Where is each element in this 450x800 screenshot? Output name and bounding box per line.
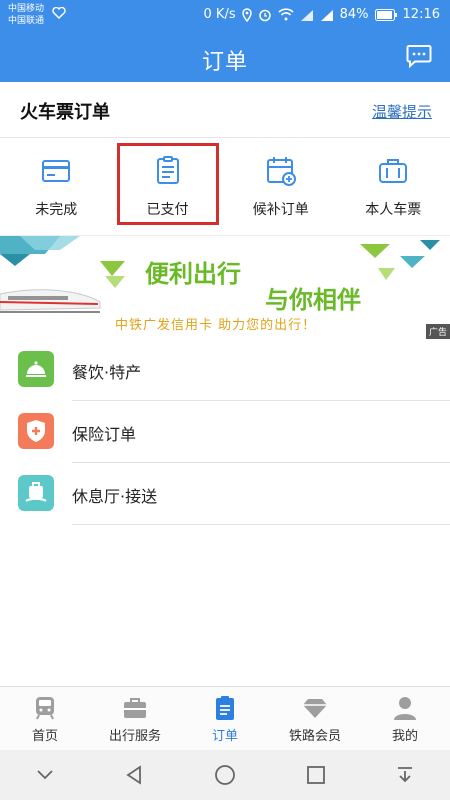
section-title: 火车票订单: [20, 102, 110, 123]
divider: [72, 524, 450, 525]
train-icon: [32, 695, 58, 721]
order-icon: [212, 695, 238, 721]
location-icon: [241, 7, 252, 22]
back-icon[interactable]: [124, 765, 144, 785]
signal-icon: [300, 9, 314, 21]
list-item-lounge[interactable]: 休息厅·接送: [0, 463, 450, 525]
chevron-down-icon[interactable]: [35, 769, 55, 781]
tab-label: 首页: [31, 729, 58, 744]
status-bar: 中国移动 中国联通 0 K/s 84% 12:16: [0, 0, 450, 32]
diamond-icon: [302, 695, 328, 721]
wifi-icon: [278, 8, 294, 21]
list-item-dining[interactable]: 餐饮·特产: [0, 339, 450, 401]
alarm-icon: [258, 8, 272, 22]
home-circle-icon[interactable]: [214, 764, 236, 786]
category-paid[interactable]: 已支付: [116, 143, 219, 225]
tab-mine[interactable]: 我的: [360, 687, 450, 750]
briefcase-icon: [122, 695, 148, 721]
carrier-1: 中国移动: [8, 4, 45, 14]
category-label: 本人车票: [365, 202, 422, 218]
banner-line-1: 便利出行: [145, 260, 241, 288]
battery-icon: [374, 8, 397, 21]
shield-icon: [18, 413, 54, 449]
status-icons: 0 K/s 84% 12:16: [204, 7, 440, 22]
category-label: 候补订单: [252, 202, 309, 218]
category-label: 未完成: [35, 202, 78, 218]
heartbeat-icon: [52, 6, 66, 22]
tab-label: 铁路会员: [288, 729, 341, 744]
tab-label: 我的: [391, 729, 418, 744]
calendar-add-icon: [265, 155, 297, 187]
card-icon: [40, 155, 72, 187]
system-nav-bar: [0, 750, 450, 800]
banner-line-3: 中铁广发信用卡 助力您的出行！: [115, 318, 317, 333]
luggage-icon: [377, 155, 409, 187]
ad-badge: 广告: [425, 324, 450, 339]
list-item-label: 休息厅·接送: [72, 487, 158, 506]
tab-label: 出行服务: [108, 729, 161, 744]
receipt-icon: [152, 155, 184, 187]
category-unfinished[interactable]: 未完成: [0, 139, 113, 234]
page-title: 订单: [201, 50, 248, 75]
promo-banner[interactable]: 便利出行 与你相伴 中铁广发信用卡 助力您的出行！ 广告: [0, 235, 450, 339]
lounge-icon: [18, 475, 54, 511]
notification-pull-icon[interactable]: [395, 765, 415, 785]
net-speed: 0 K/s: [203, 7, 236, 22]
dining-icon: [18, 351, 54, 387]
train-ticket-orders-header: 火车票订单 温馨提示: [0, 82, 450, 138]
service-list: 餐饮·特产 保险订单 休息厅·接送: [0, 339, 450, 525]
bottom-nav: 首页 出行服务 订单 铁路会员 我的: [0, 686, 450, 750]
tips-link[interactable]: 温馨提示: [372, 101, 432, 122]
signal-icon-2: [320, 9, 334, 21]
category-waitlist[interactable]: 候补订单: [225, 139, 338, 234]
tab-railway-member[interactable]: 铁路会员: [270, 687, 360, 750]
banner-line-2: 与你相伴: [265, 286, 361, 314]
list-item-label: 保险订单: [72, 425, 137, 444]
tab-home[interactable]: 首页: [0, 687, 90, 750]
tab-orders[interactable]: 订单: [180, 687, 270, 750]
message-icon[interactable]: [406, 44, 432, 69]
order-categories: 未完成 已支付 候补订单 本人车票: [0, 139, 450, 234]
category-own-tickets[interactable]: 本人车票: [337, 139, 450, 234]
tab-travel-services[interactable]: 出行服务: [90, 687, 180, 750]
battery-level: 84%: [339, 7, 369, 22]
recents-icon[interactable]: [306, 765, 326, 785]
clock: 12:16: [402, 7, 440, 22]
category-label: 已支付: [146, 202, 189, 218]
person-icon: [392, 695, 418, 721]
title-bar: 订单: [0, 32, 450, 82]
carrier-info: 中国移动 中国联通: [8, 3, 44, 27]
tab-label: 订单: [211, 729, 238, 744]
list-item-label: 餐饮·特产: [72, 363, 142, 382]
list-item-insurance[interactable]: 保险订单: [0, 401, 450, 463]
carrier-2: 中国联通: [8, 16, 45, 26]
